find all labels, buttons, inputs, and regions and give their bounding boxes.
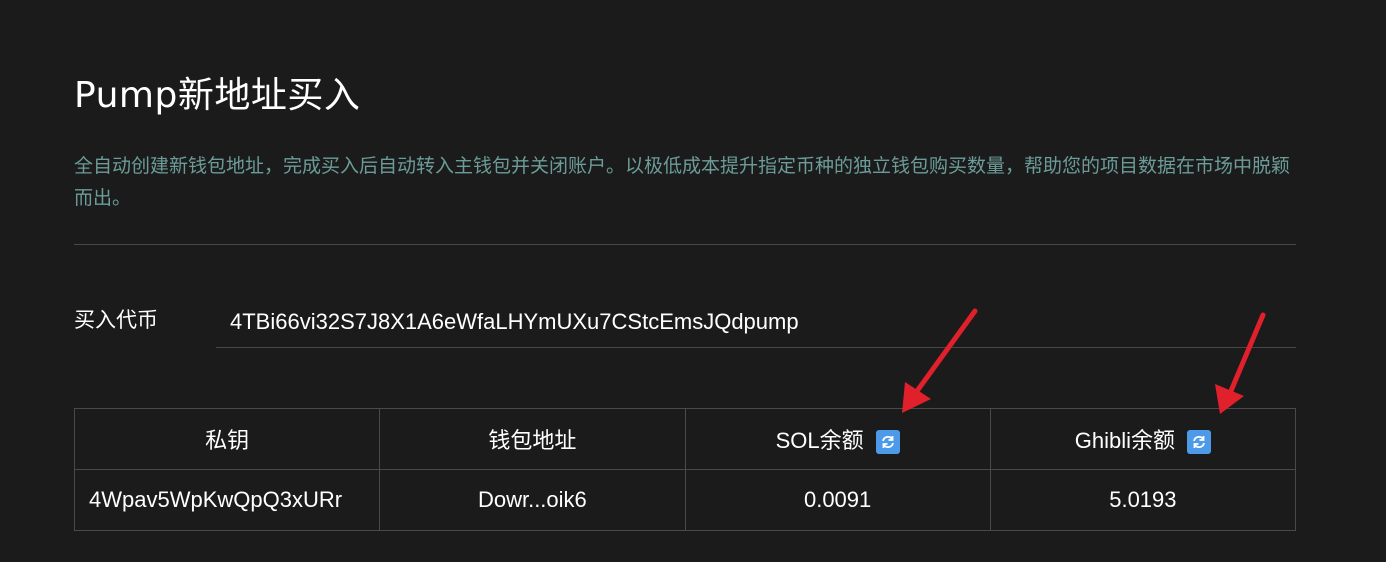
token-address-input[interactable] (216, 296, 1296, 348)
token-label: 买入代币 (74, 308, 158, 332)
header-token-balance-label: Ghibli余额 (1074, 428, 1175, 453)
cell-wallet-address: Dowr...oik6 (379, 469, 686, 531)
table-row: 4Wpav5WpKwQpQ3xURr Dowr...oik6 0.0091 5.… (73, 469, 1297, 531)
divider (74, 244, 1296, 245)
header-private-key: 私钥 (73, 408, 381, 470)
table-header-row: 私钥 钱包地址 SOL余额 Ghibli余额 (73, 408, 1297, 470)
page-title: Pump新地址买入 (74, 75, 361, 116)
cell-private-key: 4Wpav5WpKwQpQ3xURr (73, 469, 381, 531)
wallet-table: 私钥 钱包地址 SOL余额 Ghibli余额 4Wpav5WpKwQpQ3xUR… (73, 408, 1297, 531)
cell-sol-balance: 0.0091 (684, 469, 991, 531)
header-sol-balance-label: SOL余额 (775, 428, 864, 453)
header-token-balance: Ghibli余额 (989, 408, 1297, 470)
cell-token-balance: 5.0193 (989, 469, 1297, 531)
header-sol-balance: SOL余额 (684, 408, 991, 470)
header-wallet-address: 钱包地址 (379, 408, 686, 470)
page-description: 全自动创建新钱包地址，完成买入后自动转入主钱包并关闭账户。以极低成本提升指定币种… (74, 155, 1291, 209)
refresh-icon[interactable] (875, 430, 900, 455)
refresh-icon[interactable] (1187, 430, 1211, 455)
